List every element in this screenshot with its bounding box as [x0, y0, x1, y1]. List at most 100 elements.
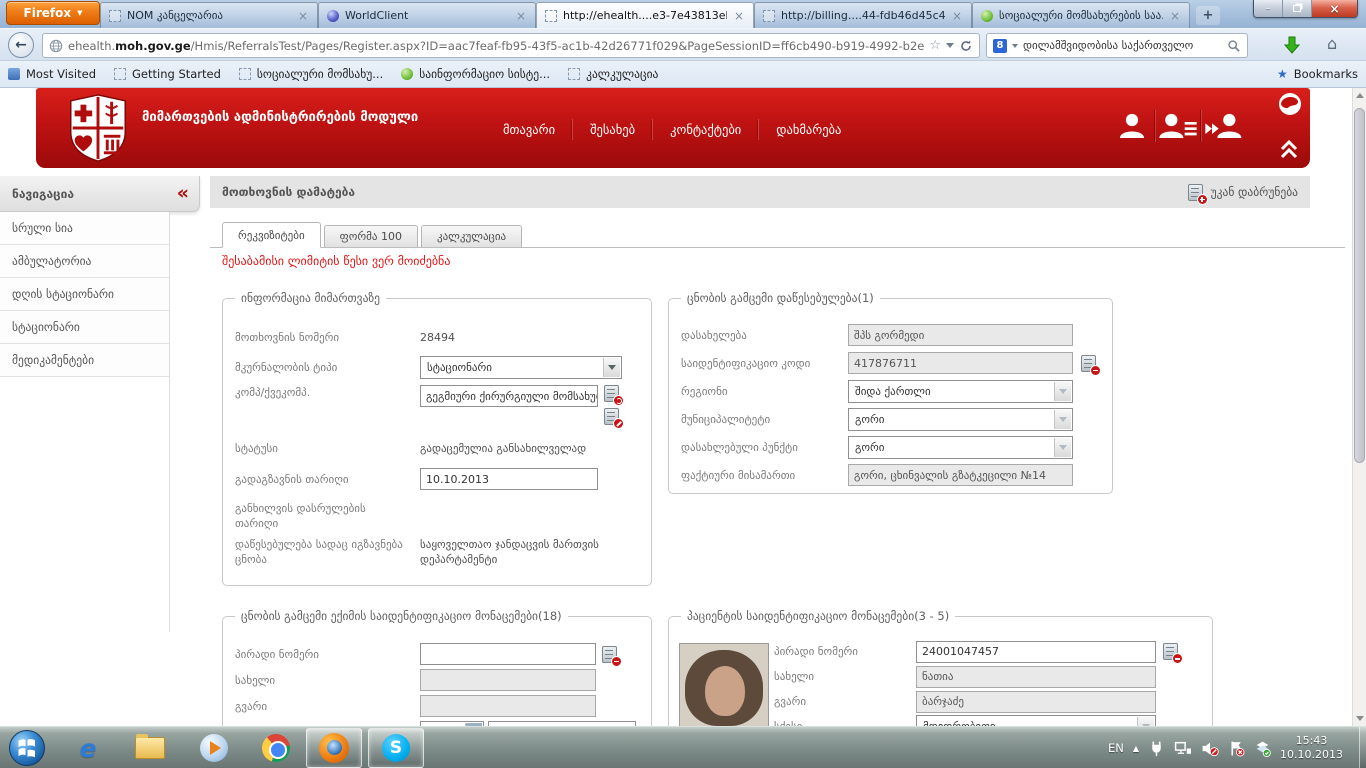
- bookmark-getting-started[interactable]: Getting Started: [114, 67, 221, 81]
- home-icon[interactable]: ⌂: [1327, 34, 1337, 53]
- logout-user-icon[interactable]: [1201, 110, 1246, 142]
- search-engine-dropdown-icon[interactable]: [1012, 44, 1018, 48]
- bookmark-label: სოციალური მომსახუ...: [257, 67, 383, 81]
- photo-face: [705, 666, 745, 716]
- tab-close-icon[interactable]: ×: [1169, 9, 1181, 23]
- sidebar-item-full-list[interactable]: სრული სია: [0, 212, 169, 245]
- minimize-button[interactable]: –: [1254, 0, 1283, 17]
- doctor-lookup-icon[interactable]: [602, 646, 617, 663]
- field-label: რეგიონი: [681, 384, 848, 399]
- url-dropdown-icon[interactable]: [946, 43, 954, 48]
- tray-expand-icon[interactable]: ▲: [1133, 744, 1139, 753]
- field-label: საიდენტიფიკაციო კოდი: [681, 356, 848, 371]
- screen: Firefox ▼ NOM კანცელარია × WorldClient ×…: [0, 0, 1366, 768]
- back-button[interactable]: ←: [8, 32, 34, 58]
- nav-item-home[interactable]: მთავარი: [486, 119, 572, 140]
- search-icon[interactable]: [1227, 39, 1241, 53]
- firefox-taskbar-button[interactable]: [306, 728, 362, 768]
- scroll-up-button[interactable]: [1353, 88, 1366, 103]
- patient-personal-number-input[interactable]: 24001047457: [916, 641, 1156, 663]
- collapse-header-icon[interactable]: [1280, 140, 1298, 163]
- go-back-button[interactable]: უკან დაბრუნება: [1188, 184, 1298, 201]
- action-center-flag-icon[interactable]: [1228, 740, 1245, 757]
- bookmark-most-visited[interactable]: Most Visited: [8, 67, 96, 81]
- tab-form-100[interactable]: ფორმა 100: [324, 225, 418, 247]
- power-plug-icon[interactable]: [1148, 740, 1165, 757]
- new-tab-button[interactable]: +: [1196, 6, 1220, 25]
- bookmarks-menu-button[interactable]: ★ Bookmarks: [1277, 67, 1358, 81]
- bookmark-info-system[interactable]: საინფორმაციო სისტე...: [401, 67, 550, 81]
- windows-start-icon: [8, 729, 46, 767]
- firefox-menu-button[interactable]: Firefox ▼: [6, 1, 100, 25]
- page-scrollbar[interactable]: [1352, 88, 1366, 726]
- browser-tab[interactable]: NOM კანცელარია ×: [100, 2, 318, 28]
- skype-icon: S: [382, 734, 410, 762]
- file-explorer-icon[interactable]: [134, 732, 166, 764]
- issuer-address-input: გორი, ცხინვალის გზატკეცილი №14: [848, 464, 1073, 486]
- tab-close-icon[interactable]: ×: [297, 9, 309, 23]
- search-engine-icon[interactable]: 8: [993, 39, 1007, 53]
- status-value: გადაცემულია განსახილველად: [420, 441, 586, 456]
- sidebar-item-hospital[interactable]: სტაციონარი: [0, 311, 169, 344]
- lookup-refresh-icon[interactable]: [604, 385, 619, 402]
- tab-title: NOM კანცელარია: [127, 9, 291, 22]
- field-label: მუნიციპალიტეტი: [681, 412, 848, 427]
- sidebar-item-ambulatory[interactable]: ამბულატორია: [0, 245, 169, 278]
- search-input[interactable]: დილამშვიდობისა საქართველო: [1023, 39, 1222, 52]
- chrome-icon[interactable]: [260, 732, 292, 764]
- browser-tab[interactable]: WorldClient ×: [318, 2, 536, 28]
- skype-taskbar-button[interactable]: S: [368, 728, 424, 768]
- close-button[interactable]: ×: [1312, 0, 1357, 17]
- restore-button[interactable]: [1283, 0, 1312, 17]
- network-icon[interactable]: [1174, 740, 1192, 757]
- show-desktop-button[interactable]: [1359, 727, 1366, 768]
- url-bar[interactable]: ehealth.moh.gov.ge/Hmis/ReferralsTest/Pa…: [42, 33, 980, 58]
- sidebar-collapse-button[interactable]: «: [177, 184, 187, 203]
- volume-muted-icon[interactable]: [1201, 740, 1219, 757]
- clear-issuer-icon[interactable]: [1081, 355, 1096, 372]
- treatment-type-select[interactable]: სტაციონარი: [420, 356, 622, 379]
- input-value: გორი, ცხინვალის გზატკეცილი №14: [854, 469, 1046, 482]
- tab-close-icon[interactable]: ×: [733, 9, 745, 23]
- patient-lookup-icon[interactable]: [1163, 643, 1178, 660]
- language-indicator[interactable]: EN: [1108, 741, 1124, 755]
- component-input[interactable]: გეგმიური ქირურგიული მომსახურ: [420, 385, 598, 407]
- tab-close-icon[interactable]: ×: [515, 9, 527, 23]
- search-bar[interactable]: 8 დილამშვიდობისა საქართველო: [986, 33, 1248, 58]
- tab-close-icon[interactable]: ×: [951, 9, 963, 23]
- sidebar-item-day-hospital[interactable]: დღის სტაციონარი: [0, 278, 169, 311]
- field-label: გვარი: [235, 699, 420, 714]
- user-list-icon[interactable]: [1155, 110, 1200, 142]
- internet-explorer-icon[interactable]: e: [72, 732, 104, 764]
- start-button[interactable]: [8, 729, 46, 767]
- browser-tab[interactable]: http://billing....44-fdb46d45c493 ×: [754, 2, 972, 28]
- sidebar-item-medicines[interactable]: მედიკამენტები: [0, 344, 169, 377]
- reload-icon[interactable]: [959, 39, 973, 53]
- scroll-down-button[interactable]: [1353, 711, 1366, 726]
- bookmark-star-icon[interactable]: ☆: [929, 38, 941, 53]
- doctor-personal-number-input[interactable]: [420, 643, 596, 665]
- send-date-input[interactable]: 10.10.2013: [420, 468, 598, 490]
- selected-value: გორი: [855, 441, 885, 454]
- bookmark-label: Getting Started: [132, 67, 221, 81]
- nav-item-help[interactable]: დახმარება: [758, 119, 858, 140]
- edit-component-icon[interactable]: [604, 408, 619, 425]
- nav-item-about[interactable]: შესახებ: [572, 119, 652, 140]
- field-label: კომპ/ქვეკომპ.: [235, 385, 420, 400]
- section-title: პაციენტის საიდენტიფიკაციო მონაცემები(3 -…: [681, 609, 955, 623]
- language-globe-icon[interactable]: [1278, 92, 1302, 119]
- media-player-icon[interactable]: [198, 732, 230, 764]
- browser-tab[interactable]: სოციალური მომსახურების საა... ×: [972, 2, 1190, 28]
- taskbar-clock[interactable]: 15:43 10.10.2013: [1280, 734, 1343, 762]
- scrollbar-thumb[interactable]: [1354, 108, 1365, 463]
- bookmark-calculation[interactable]: კალკულაცია: [568, 67, 658, 81]
- downloads-icon[interactable]: [1283, 35, 1301, 55]
- user-profile-icon[interactable]: [1109, 110, 1154, 142]
- dropbox-icon[interactable]: [1254, 740, 1271, 757]
- browser-tab-active[interactable]: http://ehealth....e3-7e43813eb2e6 ×: [536, 2, 754, 28]
- nav-item-contacts[interactable]: კონტაქტები: [652, 119, 758, 140]
- tab-calculation[interactable]: კალკულაცია: [421, 225, 522, 247]
- tab-requisites[interactable]: რეკვიზიტები: [222, 222, 321, 248]
- sex-select[interactable]: მდედრობითი: [916, 715, 1156, 726]
- bookmark-social-service[interactable]: სოციალური მომსახუ...: [239, 67, 383, 81]
